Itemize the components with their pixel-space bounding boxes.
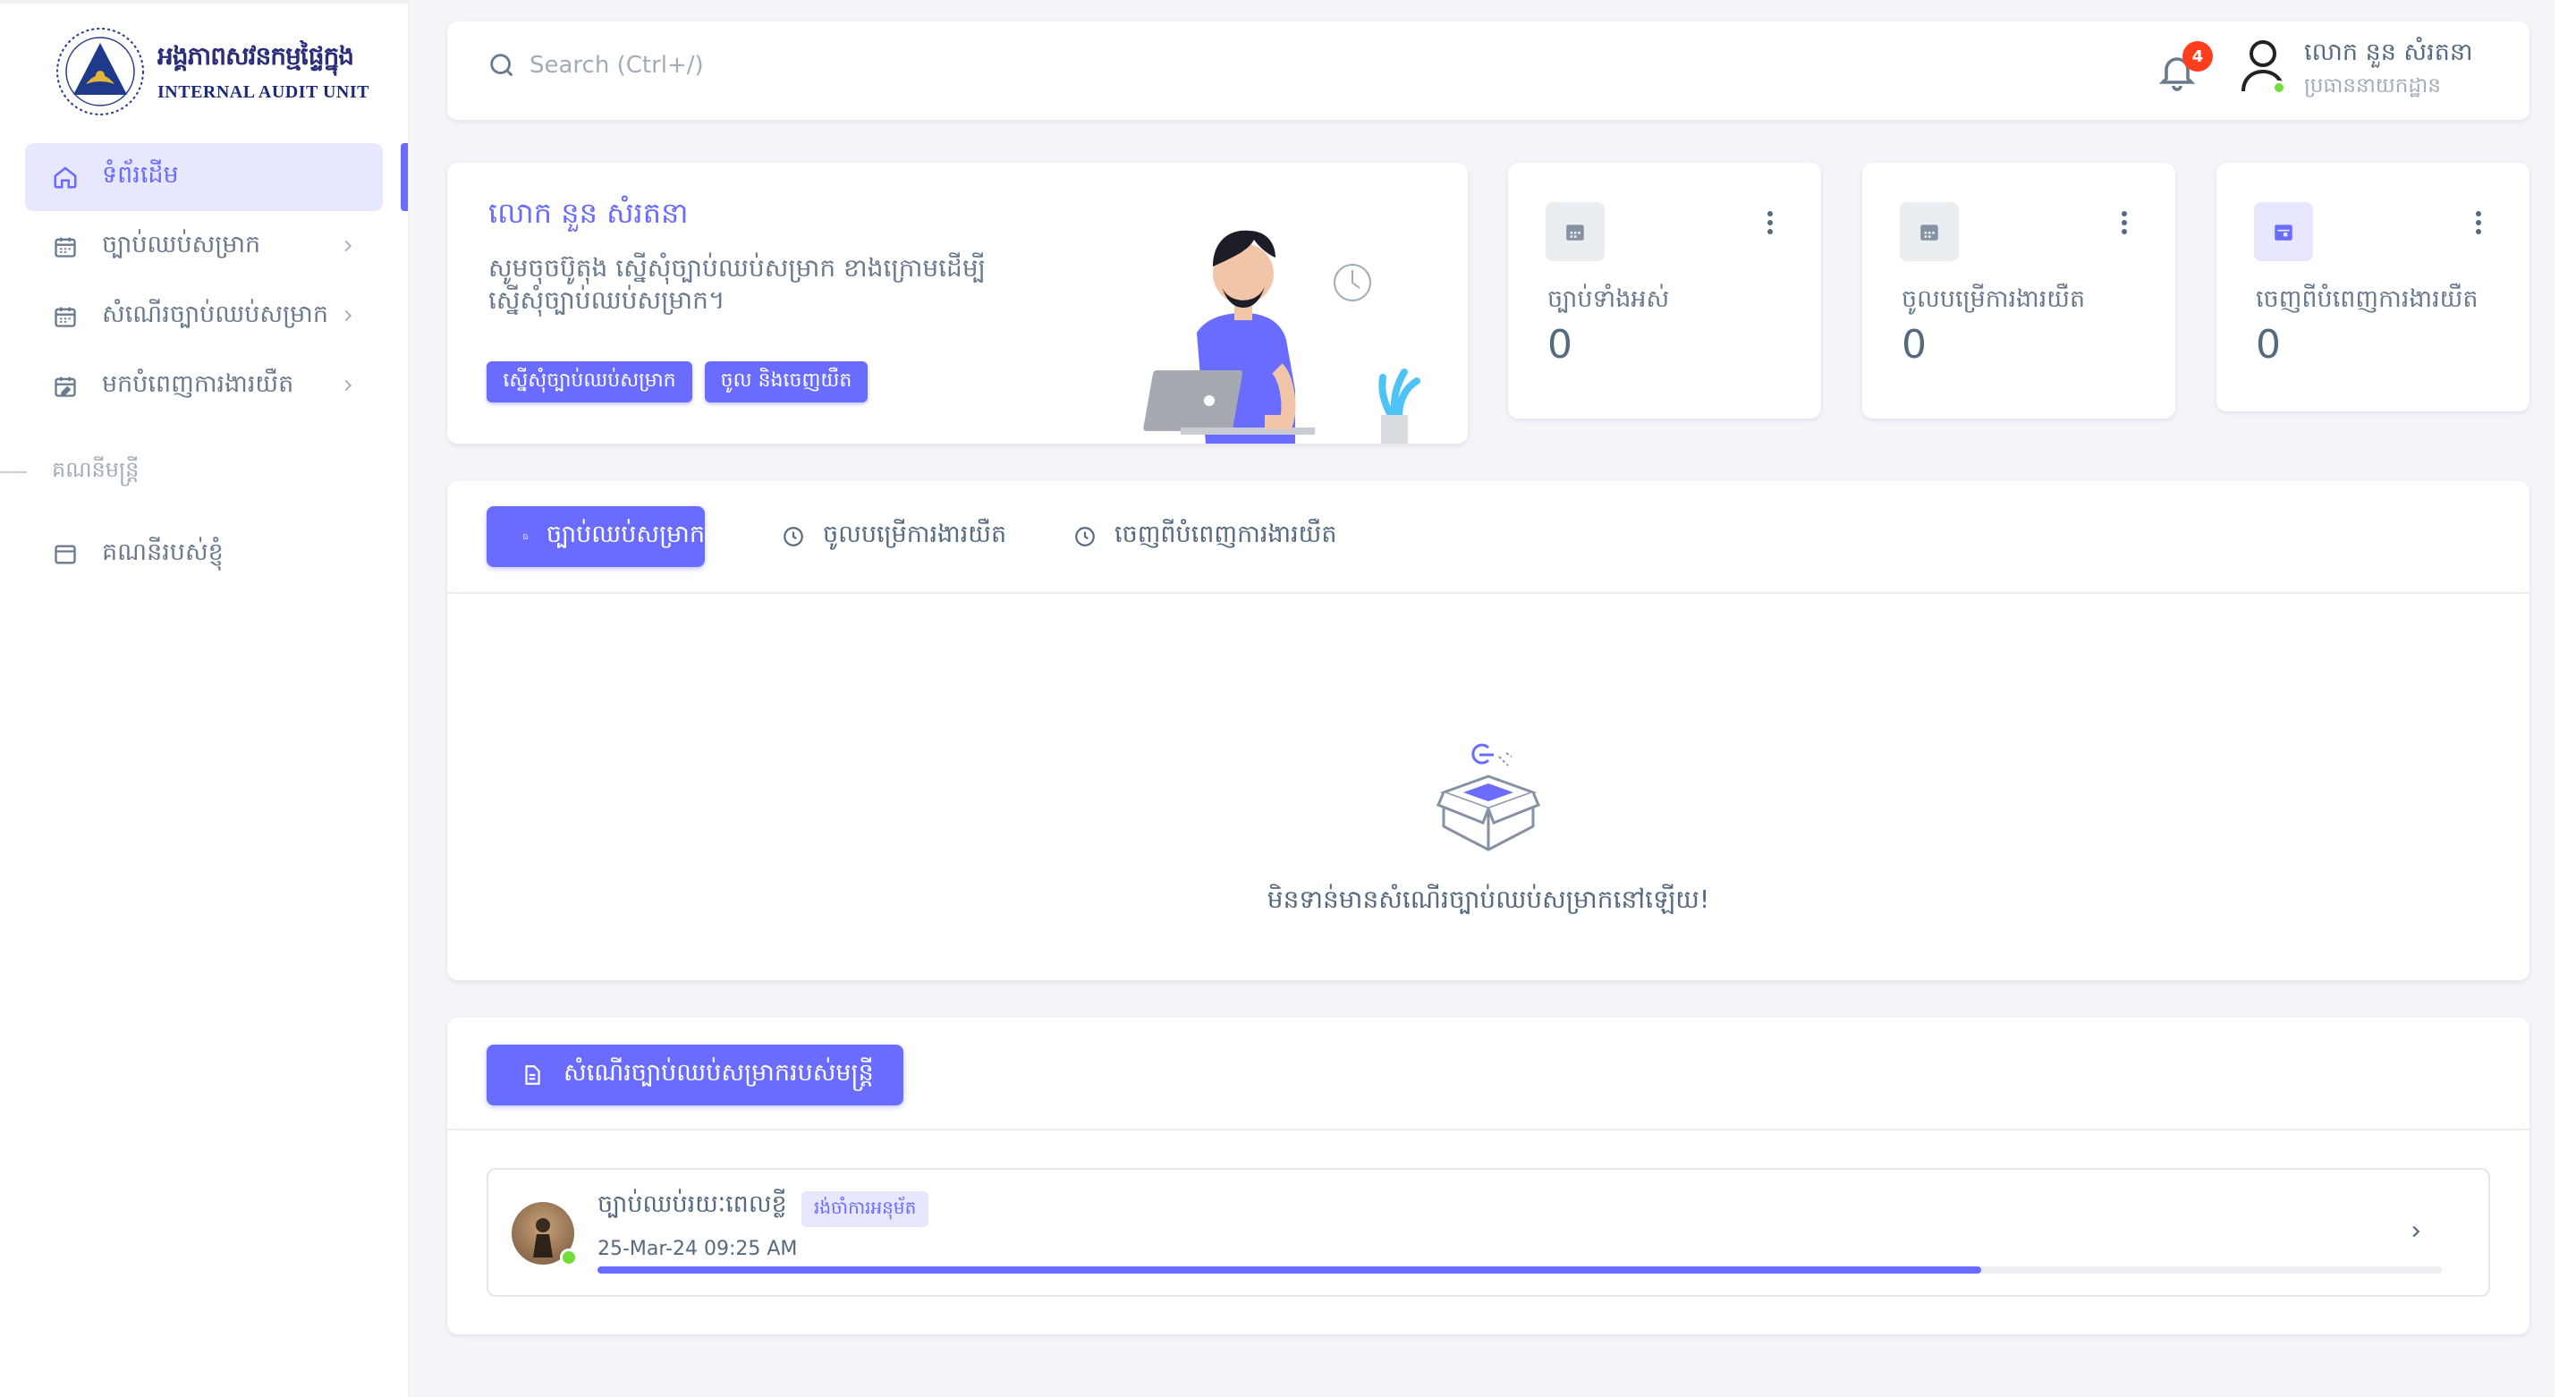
search-icon	[490, 54, 513, 77]
sidebar: អង្គភាពសវនកម្មផ្ទៃក្នុង INTERNAL AUDIT U…	[0, 0, 408, 1397]
user-role: ប្រធាននាយកដ្ឋាន	[2304, 74, 2441, 97]
divider	[447, 1129, 2529, 1130]
progress-bar	[597, 1266, 2442, 1274]
tab-label: ចេញពីបំពេញការងារយឺត	[1114, 520, 1337, 548]
man-at-laptop-illustration	[1143, 230, 1420, 444]
stat-label: ចេញពីបំពេញការងារយឺត	[2256, 285, 2479, 313]
welcome-card: លោក នួន សំរតនា សូមចុចប៊ូតុង ស្នើសុំច្បាប…	[447, 163, 1468, 444]
section-header-label: គណនីមន្ត្រី	[52, 457, 140, 482]
logo-icon	[56, 28, 144, 115]
stat-value: 0	[1902, 322, 1927, 368]
clock-icon	[784, 527, 803, 546]
brand-name-kh: អង្គភាពសវនកម្មផ្ទៃក្នុង	[157, 41, 354, 71]
more-options-icon[interactable]	[1766, 209, 1775, 236]
calendar-check-icon	[2254, 202, 2313, 261]
staff-requests-button[interactable]: សំណើរច្បាប់ឈប់សម្រាករបស់មន្ត្រី	[487, 1045, 903, 1105]
request-list-item[interactable]: ច្បាប់ឈប់រយៈពេលខ្លី រង់ចាំការអនុម័ត 25-M…	[487, 1168, 2490, 1297]
request-leave-button[interactable]: ស្នើសុំច្បាប់ឈប់សម្រាក	[487, 361, 692, 402]
chevron-right-icon	[2412, 1225, 2420, 1238]
search-bar[interactable]: Search (Ctrl+/)	[487, 50, 704, 80]
document-icon	[523, 534, 528, 539]
sidebar-item-leave[interactable]: ច្បាប់ឈប់សម្រាក	[25, 213, 383, 281]
status-badge: រង់ចាំការអនុម័ត	[801, 1191, 929, 1227]
sidebar-item-label: គណនីរបស់ខ្ញុំ	[102, 538, 224, 566]
active-indicator	[401, 143, 408, 211]
calendar-icon	[1546, 202, 1605, 261]
stat-label: ចូលបម្រើការងារយឺត	[1902, 285, 2086, 313]
sidebar-item-label: មកបំពេញការងារយឺត	[102, 369, 294, 398]
sidebar-item-leave-requests[interactable]: សំណើរច្បាប់ឈប់សម្រាក	[25, 283, 383, 351]
sidebar-item-label: ច្បាប់ឈប់សម្រាក	[102, 230, 261, 258]
online-status-dot	[2272, 80, 2286, 95]
chevron-right-icon	[344, 379, 352, 392]
chevron-right-icon	[344, 240, 352, 252]
sidebar-section-header: គណនីមន្ត្រី	[0, 456, 139, 487]
request-title: ច្បាប់ឈប់រយៈពេលខ្លី	[597, 1190, 787, 1218]
sidebar-item-label: សំណើរច្បាប់ឈប់សម្រាក	[102, 300, 328, 328]
tab-label: ច្បាប់ឈប់សម្រាក	[546, 520, 705, 548]
chevron-right-icon	[344, 309, 352, 322]
tabs-card: ច្បាប់ឈប់សម្រាក ចូលបម្រើការងារយឺត ចេញពីប…	[447, 481, 2529, 980]
stat-label: ច្បាប់ទាំងអស់	[1547, 285, 1670, 313]
empty-state-text: មិនទាន់មានសំណើរច្បាប់ឈប់សម្រាកនៅឡើយ!	[1267, 885, 1710, 914]
stat-card-total-leave: ច្បាប់ទាំងអស់ 0	[1508, 163, 1821, 419]
calendar-icon	[52, 233, 79, 260]
calendar-icon	[1900, 202, 1959, 261]
page-scrollbar[interactable]	[2555, 0, 2576, 1397]
tab-leave[interactable]: ច្បាប់ឈប់សម្រាក	[487, 506, 705, 567]
more-options-icon[interactable]	[2474, 209, 2483, 236]
stat-value: 0	[2256, 322, 2281, 368]
welcome-subtitle: សូមចុចប៊ូតុង ស្នើសុំច្បាប់ឈប់សម្រាក ខាងក…	[488, 253, 986, 315]
sidebar-menu: ទំព័រដើម ច្បាប់ឈប់សម្រាក សំណើរច្បាប់ឈប់ស…	[25, 143, 383, 422]
sidebar-item-late-work[interactable]: មកបំពេញការងារយឺត	[25, 352, 383, 420]
clock-icon	[1075, 527, 1095, 546]
divider	[447, 592, 2529, 594]
tab-label: ចូលបម្រើការងារយឺត	[823, 520, 1007, 548]
home-icon	[52, 164, 79, 190]
tab-late-in[interactable]: ចូលបម្រើការងារយឺត	[782, 506, 1006, 567]
stat-value: 0	[1547, 322, 1572, 368]
sidebar-account-menu: គណនីរបស់ខ្ញុំ	[25, 521, 383, 590]
request-date: 25-Mar-24 09:25 AM	[597, 1238, 798, 1260]
progress-fill	[597, 1266, 1981, 1274]
sidebar-item-label: ទំព័រដើម	[102, 160, 179, 189]
top-navbar: Search (Ctrl+/) 4 លោក នួន សំរតនា ប្រធានន…	[447, 21, 2529, 120]
search-input[interactable]: Search (Ctrl+/)	[530, 52, 704, 79]
online-status-dot	[560, 1249, 578, 1266]
brand-name-en: INTERNAL AUDIT UNIT	[157, 82, 369, 102]
button-label: សំណើរច្បាប់ឈប់សម្រាករបស់មន្ត្រី	[564, 1058, 874, 1087]
window-icon	[52, 541, 79, 568]
brand[interactable]: អង្គភាពសវនកម្មផ្ទៃក្នុង INTERNAL AUDIT U…	[54, 25, 369, 118]
more-options-icon[interactable]	[2120, 209, 2129, 236]
notification-badge: 4	[2182, 41, 2213, 72]
checkin-late-button[interactable]: ចូល និងចេញយឺត	[705, 361, 868, 402]
requests-card: សំណើរច្បាប់ឈប់សម្រាករបស់មន្ត្រី ច្បាប់ឈប…	[447, 1018, 2529, 1334]
stat-card-late-in: ចូលបម្រើការងារយឺត 0	[1862, 163, 2175, 419]
tab-late-out[interactable]: ចេញពីបំពេញការងារយឺត	[1073, 506, 1337, 567]
calendar-icon	[52, 303, 79, 330]
welcome-title: លោក នួន សំរតនា	[488, 196, 689, 230]
stat-card-late-out: ចេញពីបំពេញការងារយឺត 0	[2216, 163, 2529, 411]
user-name[interactable]: លោក នួន សំរតនា	[2304, 38, 2473, 72]
sidebar-item-my-account[interactable]: គណនីរបស់ខ្ញុំ	[25, 521, 383, 588]
empty-box-icon	[1436, 743, 1540, 851]
document-icon	[525, 1065, 540, 1085]
sidebar-item-home[interactable]: ទំព័រដើម	[25, 143, 383, 211]
calendar-edit-icon	[52, 373, 79, 400]
